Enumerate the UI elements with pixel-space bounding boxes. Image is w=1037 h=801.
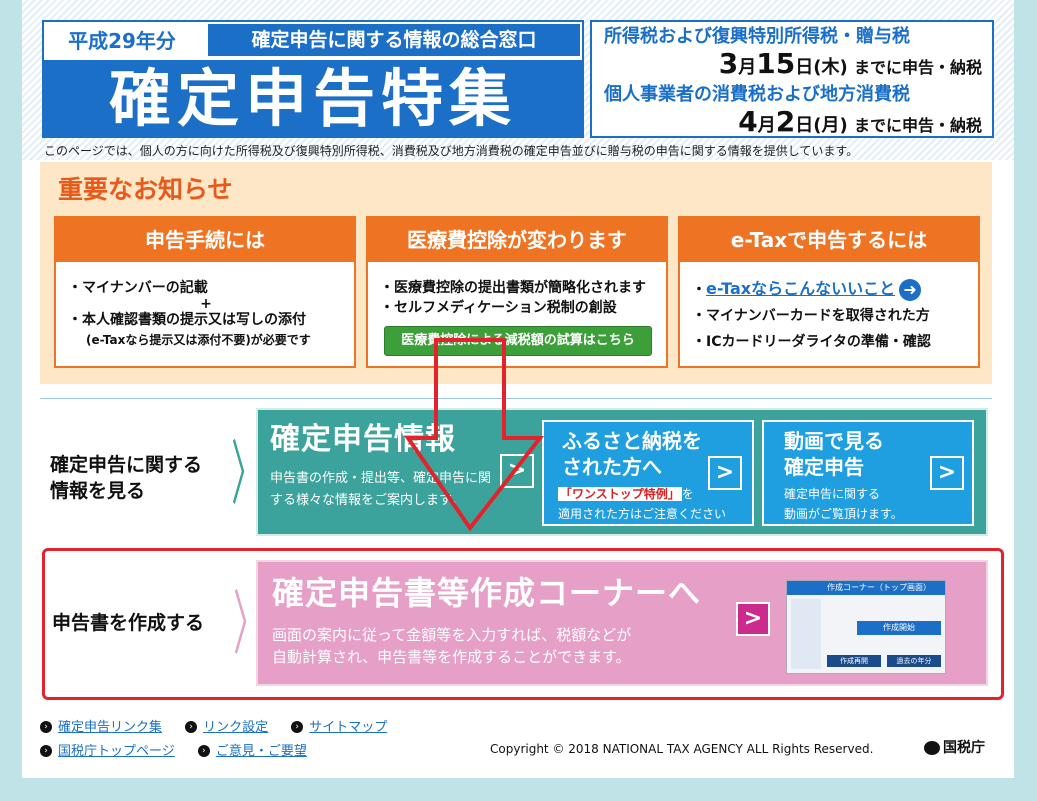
etax-benefits-link[interactable]: e-Taxならこんないいこと <box>706 279 895 298</box>
deadline1-suffix: までに申告・納税 <box>853 58 982 77</box>
notice-card-procedure: 申告手続には ・マイナンバーの記載 + ・本人確認書類の提示又は写しの添付 (e… <box>54 216 356 368</box>
card-header: 医療費控除が変わります <box>368 218 666 262</box>
arrow-right-icon[interactable]: > <box>736 602 770 636</box>
copyright: Copyright © 2018 NATIONAL TAX AGENCY ALL… <box>490 742 874 756</box>
thumb-titlebar: 作成コーナー（トップ画面） <box>787 581 945 595</box>
info-label-line1: 確定申告に関する <box>50 454 203 476</box>
footer-link-nta-top[interactable]: 国税庁トップページ <box>58 744 175 759</box>
furusato-title1: ふるさと納税を <box>562 429 702 453</box>
thumb-start-button: 作成開始 <box>857 621 941 635</box>
card-note: (e-Taxなら提示又は添付不要)が必要です <box>86 333 311 347</box>
window-title: 確定申告に関する情報の総合窓口 <box>208 24 580 56</box>
deadline1-month: 3 <box>718 47 739 80</box>
nta-logo[interactable]: 国税庁 <box>924 738 985 758</box>
etax-link-row[interactable]: ・e-Taxならこんないいこと ➜ <box>692 276 968 303</box>
page-title: 確定申告特集 <box>42 60 584 138</box>
footer-link-feedback[interactable]: ご意見・ご要望 <box>216 744 307 759</box>
notice-card-etax: e-Taxで申告するには ・e-Taxならこんないいこと ➜ ・マイナンバーカード… <box>678 216 980 368</box>
card-line: ・ICカードリーダライタの準備・確認 <box>692 334 931 350</box>
footer-link-sitemap[interactable]: サイトマップ <box>309 720 387 735</box>
footer-link-tax-links[interactable]: 確定申告リンク集 <box>58 720 162 735</box>
arrow-right-circle-icon[interactable]: ➜ <box>899 279 922 301</box>
card-header: 申告手続には <box>56 218 354 262</box>
video-sub2: 動画がご覧頂けます。 <box>784 507 903 521</box>
year-label: 平成29年分 <box>68 29 176 53</box>
card-line: ・セルフメディケーション税制の創設 <box>380 300 617 316</box>
chevron-circle-icon: › <box>197 744 210 757</box>
one-stop-label: 「ワンストップ特例」 <box>558 487 682 501</box>
notice-title: 重要なお知らせ <box>58 175 233 204</box>
month-char: 月 <box>738 57 757 78</box>
card-header: e-Taxで申告するには <box>680 218 978 262</box>
create-desc-line2: 自動計算され、申告書等を作成することができます。 <box>272 648 631 666</box>
create-corner-thumbnail: 作成コーナー（トップ画面） 作成開始 作成再開 過去の年分 <box>786 580 946 674</box>
create-corner-title[interactable]: 確定申告書等作成コーナーへ <box>272 572 701 614</box>
footer-links-row1: › 確定申告リンク集 › リンク設定 › サイトマップ <box>40 716 387 737</box>
chevron-circle-icon: › <box>40 720 52 733</box>
red-down-arrow-icon <box>404 338 544 532</box>
chevron-circle-icon: › <box>185 720 198 733</box>
arrow-right-icon[interactable]: > <box>930 456 964 490</box>
thumb-resume-button: 作成再開 <box>827 655 881 667</box>
deadline1-day: 15 <box>756 47 796 80</box>
video-button[interactable]: 動画で見る 確定申告 確定申告に関する 動画がご覧頂けます。 > <box>762 420 974 526</box>
chevron-circle-icon: › <box>40 744 52 757</box>
deadline1-weekday: 日(木) <box>795 57 848 78</box>
furusato-sub2: 適用された方はご注意ください <box>558 507 727 521</box>
intro-text: このページでは、個人の方に向けた所得税及び復興特別所得税、消費税及び地方消費税の… <box>44 144 859 158</box>
create-row-label: 申告書を作成する <box>52 612 205 634</box>
nta-emblem-icon <box>924 741 940 755</box>
deadline-box: 所得税および復興特別所得税・贈与税 3月15日(木) までに申告・納税 個人事業… <box>590 20 994 138</box>
footer-link-link-settings[interactable]: リンク設定 <box>203 720 268 735</box>
card-line: ・マイナンバーの記載 <box>68 280 208 296</box>
plus-sign: + <box>200 296 212 312</box>
video-title1: 動画で見る <box>784 429 884 453</box>
card-line: ・医療費控除の提出書類が簡略化されます <box>380 280 646 296</box>
deadline2-day: 2 <box>775 105 796 138</box>
month-char: 月 <box>757 115 776 136</box>
deadline2-suffix: までに申告・納税 <box>853 116 982 135</box>
create-corner-desc: 画面の案内に従って金額等を入力すれば、税額などが 自動計算され、申告書等を作成す… <box>272 624 712 668</box>
deadline2-weekday: 日(月) <box>795 115 848 136</box>
create-desc-line1: 画面の案内に従って金額等を入力すれば、税額などが <box>272 626 632 644</box>
footer-links-row2: › 国税庁トップページ › ご意見・ご要望 <box>40 740 307 761</box>
thumb-past-button: 過去の年分 <box>887 655 941 667</box>
furusato-sub1: を <box>681 487 694 501</box>
deadline2-date: 4月2日(月) までに申告・納税 <box>604 108 982 140</box>
deadline2-month: 4 <box>738 105 758 138</box>
furusato-button[interactable]: ふるさと納税を された方へ 「ワンストップ特例」を 適用された方はご注意ください… <box>542 420 754 526</box>
card-line: ・本人確認書類の提示又は写しの添付 <box>68 312 306 328</box>
card-line: ・マイナンバーカードを取得された方 <box>692 308 930 324</box>
deadline1-date: 3月15日(木) までに申告・納税 <box>604 50 982 82</box>
info-row-label: 確定申告に関する 情報を見る <box>50 452 202 504</box>
chevron-circle-icon: › <box>291 720 304 733</box>
nta-name: 国税庁 <box>943 740 985 756</box>
arrow-right-icon[interactable]: > <box>708 456 742 490</box>
info-label-line2: 情報を見る <box>50 480 146 502</box>
